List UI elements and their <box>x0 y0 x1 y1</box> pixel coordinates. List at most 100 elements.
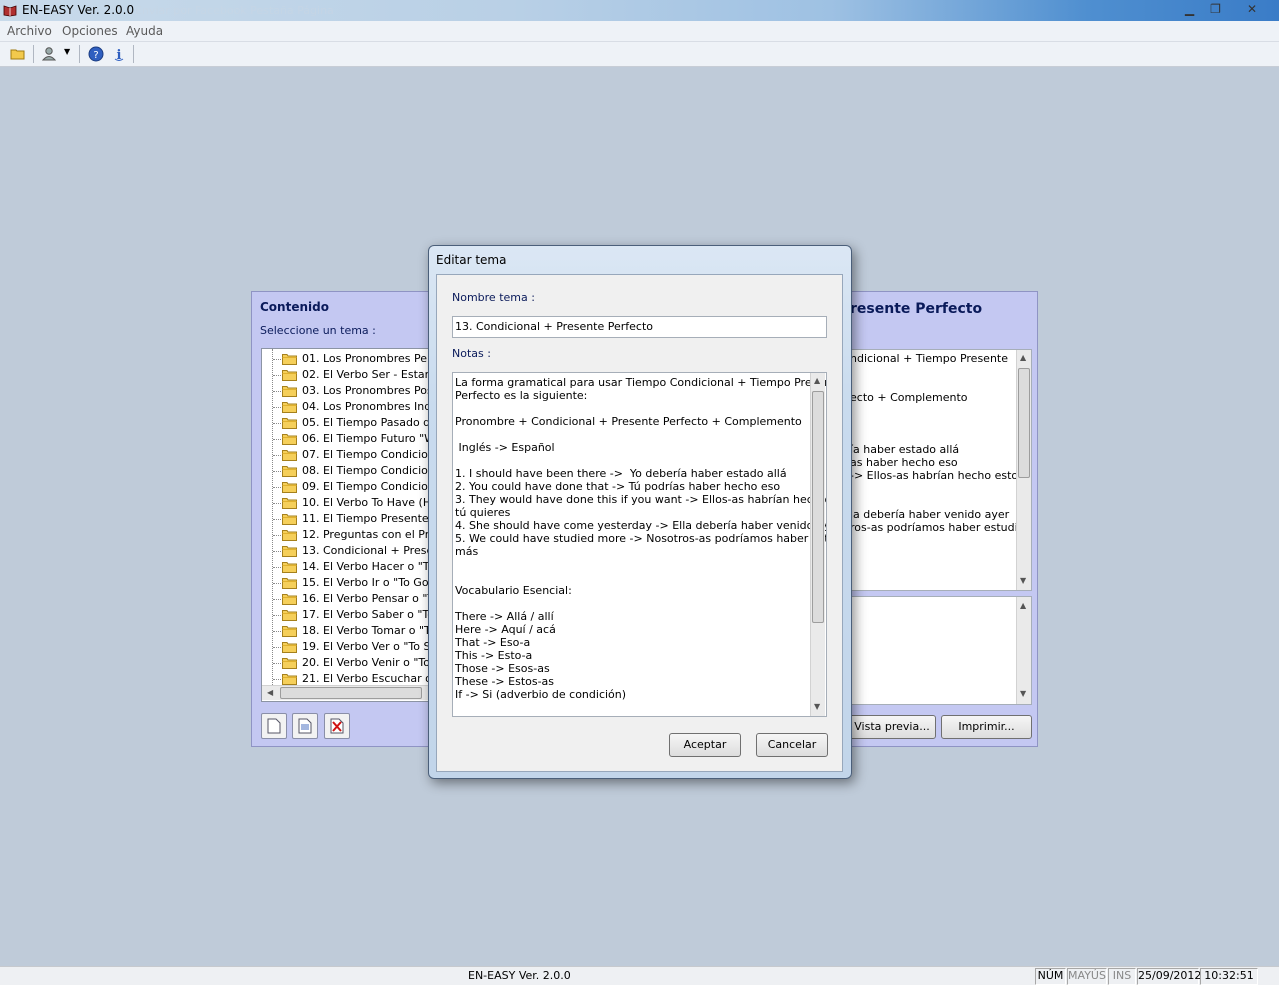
notes-scrollbar[interactable]: ▲ ▼ <box>810 373 825 716</box>
tree-item-label: 19. El Verbo Ver o "To See" <box>302 640 430 653</box>
tree-item-label: 04. Los Pronombres Indicativos <box>302 400 430 413</box>
preview-notes-box[interactable]: ndicional + Tiempo Presente ecto + Comple… <box>849 349 1032 591</box>
preview-button[interactable]: Vista previa... <box>848 715 936 739</box>
edit-topic-button[interactable] <box>292 713 318 739</box>
tree-guide-line <box>273 375 281 376</box>
preview-line: la debería haber venido ayer <box>850 508 1010 521</box>
tree-guide-line <box>273 647 281 648</box>
tree-guide-line <box>273 583 281 584</box>
topic-name-input[interactable]: 13. Condicional + Presente Perfecto <box>452 316 827 338</box>
notes-line: 1. I should have been there -> Yo deberí… <box>455 467 787 480</box>
notes-textarea[interactable]: La forma gramatical para usar Tiempo Con… <box>452 372 827 717</box>
tree-guide-line <box>273 439 281 440</box>
topic-name-value: 13. Condicional + Presente Perfecto <box>455 320 654 333</box>
scroll-down-icon[interactable]: ▼ <box>814 702 820 711</box>
scroll-up-icon[interactable]: ▲ <box>1020 601 1026 610</box>
preview-scrollbar[interactable]: ▲ ▼ <box>1016 350 1031 590</box>
new-topic-button[interactable] <box>261 713 287 739</box>
preview-secondary-box[interactable]: ▲ ▼ <box>849 596 1032 705</box>
preview-line: ros-as podríamos haber estudiado <box>850 521 1032 534</box>
tree-guide-line <box>273 423 281 424</box>
notes-line: Those -> Esos-as <box>455 662 550 675</box>
preview-line: ía haber estado allá <box>850 443 960 456</box>
print-button[interactable]: Imprimir... <box>941 715 1032 739</box>
dialog-content: Nombre tema : 13. Condicional + Presente… <box>436 274 843 772</box>
close-button[interactable]: ✕ <box>1228 0 1276 19</box>
num-lock-indicator: NÚM <box>1035 968 1066 985</box>
folder-icon <box>282 578 297 589</box>
dropdown-arrow-icon[interactable]: ▼ <box>64 47 70 56</box>
tree-item-label: 01. Los Pronombres Personales <box>302 352 430 365</box>
folder-icon <box>282 498 297 509</box>
menu-ayuda[interactable]: Ayuda <box>126 24 163 38</box>
tree-item-label: 08. El Tiempo Condicional "Could" <box>302 464 430 477</box>
folder-icon <box>282 562 297 573</box>
tree-item-label: 17. El Verbo Saber o "To Know" <box>302 608 430 621</box>
toolbar: ▼ ? i <box>0 42 1279 67</box>
insert-indicator: INS <box>1108 968 1136 985</box>
toolbar-separator <box>133 45 134 63</box>
tree-horizontal-scrollbar[interactable]: ◀ <box>262 685 430 700</box>
notes-line: Pronombre + Condicional + Presente Perfe… <box>455 415 802 428</box>
scroll-down-icon[interactable]: ▼ <box>1020 576 1026 585</box>
preview-line: -> Ellos-as habrían hecho esto si <box>850 469 1031 482</box>
folder-icon <box>282 434 297 445</box>
notes-line: Perfecto es la siguiente: <box>455 389 588 402</box>
menu-archivo[interactable]: Archivo <box>7 24 52 38</box>
restore-icon: ❐ <box>1210 2 1221 16</box>
tree-item-label: 15. El Verbo Ir o "To Go" <box>302 576 431 589</box>
notes-line: Inglés -> Español <box>455 441 555 454</box>
preview-line: as haber hecho eso <box>850 456 958 469</box>
user-icon[interactable] <box>41 46 57 62</box>
tree-item-label: 06. El Tiempo Futuro "Will" <box>302 432 430 445</box>
tree-item-label: 02. El Verbo Ser - Estar "To Be" <box>302 368 430 381</box>
folder-icon <box>282 386 297 397</box>
status-bar: EN-EASY Ver. 2.0.0 NÚM MAYÚS INS 25/09/2… <box>0 966 1279 985</box>
scroll-down-icon[interactable]: ▼ <box>1020 689 1026 698</box>
scroll-up-icon[interactable]: ▲ <box>1020 353 1026 362</box>
window-title: EN-EASY Ver. 2.0.0 <box>22 3 135 17</box>
info-icon[interactable]: i <box>111 46 127 62</box>
cancel-button[interactable]: Cancelar <box>756 733 828 757</box>
app-book-icon <box>3 5 17 17</box>
caps-lock-indicator: MAYÚS <box>1067 968 1107 985</box>
tree-item-label: 18. El Verbo Tomar o "To Take" <box>302 624 430 637</box>
title-bar[interactable]: EN-EASY Ver. 2.0.0 Enviar por Facebook P… <box>0 0 1279 21</box>
tree-guide-line <box>273 359 281 360</box>
tree-guide-line <box>273 519 281 520</box>
tree-item-label: 03. Los Pronombres Posesivos <box>302 384 430 397</box>
edit-topic-dialog: Editar tema Nombre tema : 13. Condiciona… <box>428 245 852 779</box>
scroll-thumb[interactable] <box>280 687 422 699</box>
scroll-up-icon[interactable]: ▲ <box>814 376 820 385</box>
toolbar-separator <box>79 45 80 63</box>
accept-button[interactable]: Aceptar <box>669 733 741 757</box>
preview-line: ecto + Complemento <box>850 391 968 404</box>
restore-button[interactable]: ❐ <box>1202 0 1229 19</box>
delete-topic-button[interactable] <box>324 713 350 739</box>
tree-item-label: 21. El Verbo Escuchar o "To Listen" <box>302 672 430 685</box>
tree-guide-line <box>272 349 273 685</box>
tree-item-label: 05. El Tiempo Pasado del "To Be" <box>302 416 430 429</box>
open-folder-icon[interactable] <box>10 46 26 62</box>
title-ghost-text: Enviar por Facebook Pestaña Página <box>135 4 334 17</box>
folder-icon <box>282 610 297 621</box>
folder-icon <box>282 418 297 429</box>
status-date: 25/09/2012 <box>1137 968 1201 985</box>
folder-icon <box>282 594 297 605</box>
topic-tree[interactable]: 01. Los Pronombres Personales 02. El Verb… <box>261 348 431 702</box>
preview-line: ndicional + Tiempo Presente <box>850 352 1008 365</box>
notes-line: 4. She should have come yesterday -> Ell… <box>455 519 827 532</box>
minimize-button[interactable]: ▁ <box>1176 0 1203 19</box>
scroll-thumb[interactable] <box>812 391 824 623</box>
scroll-left-icon[interactable]: ◀ <box>267 688 273 697</box>
tree-item-label: 16. El Verbo Pensar o "To Think" <box>302 592 430 605</box>
folder-icon <box>282 658 297 669</box>
folder-icon <box>282 466 297 477</box>
menu-opciones[interactable]: Opciones <box>62 24 118 38</box>
secondary-scrollbar[interactable]: ▲ ▼ <box>1016 597 1031 704</box>
help-icon[interactable]: ? <box>88 46 104 62</box>
tree-item-label: 20. El Verbo Venir o "To Come" <box>302 656 431 669</box>
tree-guide-line <box>273 535 281 536</box>
scroll-thumb[interactable] <box>1018 368 1030 478</box>
topic-name-label: Nombre tema : <box>452 291 535 304</box>
